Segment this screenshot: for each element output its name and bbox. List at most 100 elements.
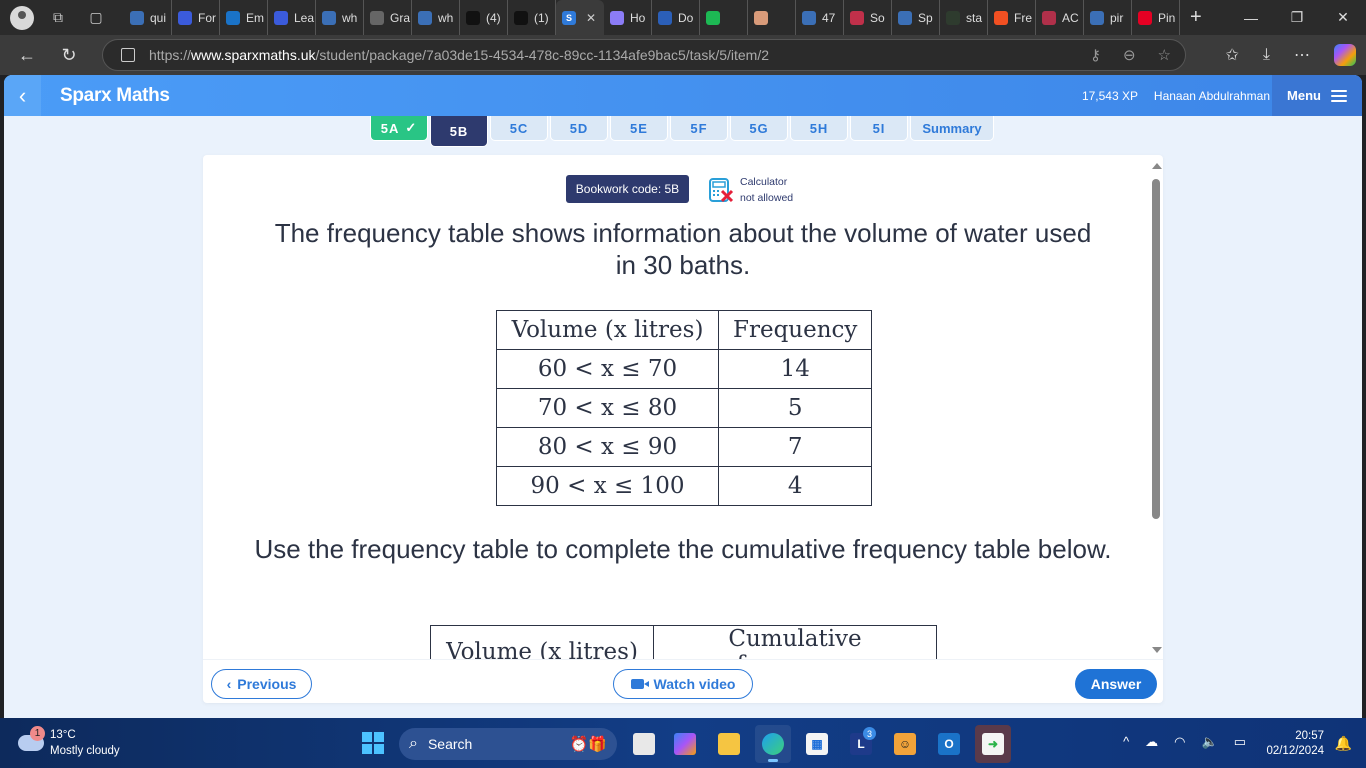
scroll-up-arrow[interactable] xyxy=(1152,163,1162,169)
zoom-out-icon[interactable]: ⊖ xyxy=(1123,46,1136,64)
previous-button[interactable]: ‹ Previous xyxy=(211,669,312,699)
task-tab-5b[interactable]: 5B xyxy=(430,116,488,147)
close-tab-icon[interactable]: ✕ xyxy=(586,11,596,25)
outlook-button[interactable]: O xyxy=(931,725,967,763)
app-orange-button[interactable]: ☺ xyxy=(887,725,923,763)
battery-icon[interactable]: ▭ xyxy=(1234,734,1246,750)
back-chevron-button[interactable]: ‹ xyxy=(4,75,41,116)
menu-button[interactable]: Menu xyxy=(1272,75,1362,116)
task-tab-label: 5F xyxy=(690,120,708,136)
file-explorer-button[interactable] xyxy=(711,725,747,763)
video-camera-icon xyxy=(630,679,649,689)
tab-label: qui xyxy=(150,10,167,25)
task-tab-5h[interactable]: 5H xyxy=(790,116,848,141)
start-button[interactable] xyxy=(362,732,384,754)
task-tab-5i[interactable]: 5I xyxy=(850,116,908,141)
task-tab-5d[interactable]: 5D xyxy=(550,116,608,141)
task-tab-label: Summary xyxy=(922,120,982,136)
copilot-taskbar-button[interactable] xyxy=(667,725,703,763)
store-button[interactable]: ▦ xyxy=(799,725,835,763)
task-view-button[interactable] xyxy=(626,725,662,763)
url-input[interactable]: https://www.sparxmaths.uk/student/packag… xyxy=(102,39,1186,71)
task-tab-5f[interactable]: 5F xyxy=(670,116,728,141)
minimize-button[interactable]: — xyxy=(1228,0,1274,35)
previous-label: Previous xyxy=(237,676,297,692)
learning-app-button[interactable]: L3 xyxy=(843,725,879,763)
task-tab-summary[interactable]: Summary xyxy=(910,116,994,141)
copilot-icon[interactable] xyxy=(1334,44,1356,66)
browser-tab[interactable]: Pin xyxy=(1132,0,1180,35)
close-window-button[interactable]: ✕ xyxy=(1320,0,1366,35)
browser-tab[interactable]: For xyxy=(172,0,220,35)
browser-tab[interactable]: (1) xyxy=(508,0,556,35)
gift-icon: ⏰🎁 xyxy=(569,736,607,753)
browser-tab-strip: ⧉ ▢ qui For Em Lea wh Gra wh (4) (1) S ✕ Ho Do 47 So Sp… xyxy=(0,0,1366,35)
browser-tab[interactable]: Ho xyxy=(604,0,652,35)
tiktok-icon xyxy=(514,10,528,25)
show-hidden-icons[interactable]: ^ xyxy=(1123,734,1129,750)
browser-tab[interactable]: wh xyxy=(316,0,364,35)
browser-tab[interactable]: So xyxy=(844,0,892,35)
task-tab-label: 5B xyxy=(449,123,469,139)
watch-video-button[interactable]: Watch video xyxy=(613,669,753,699)
calculator-not-allowed-icon xyxy=(708,177,734,203)
workspaces-icon[interactable]: ⧉ xyxy=(48,8,68,28)
browser-tab[interactable]: qui xyxy=(124,0,172,35)
tab-label: Gra xyxy=(390,10,411,25)
browser-tab[interactable]: sta xyxy=(940,0,988,35)
file-app-button[interactable]: ➜ xyxy=(975,725,1011,763)
wifi-icon[interactable]: ◠ xyxy=(1174,734,1185,750)
volume-range-cell: 70 < x ≤ 80 xyxy=(496,388,719,428)
browser-tab[interactable]: Gra xyxy=(364,0,412,35)
search-icon xyxy=(802,10,816,25)
restore-button[interactable]: ❐ xyxy=(1274,0,1320,35)
more-options-icon[interactable]: ⋯ xyxy=(1294,45,1310,65)
search-icon xyxy=(322,10,336,25)
browser-tab[interactable]: AC xyxy=(1036,0,1084,35)
browser-tab[interactable]: Sp xyxy=(892,0,940,35)
menu-label: Menu xyxy=(1287,88,1321,103)
favorites-icon[interactable]: ✩ xyxy=(1226,45,1239,65)
edge-taskbar-button[interactable] xyxy=(755,725,791,763)
key-icon[interactable]: ⚷ xyxy=(1090,46,1101,64)
scroll-thumb[interactable] xyxy=(1152,179,1160,519)
browser-tab[interactable] xyxy=(748,0,796,35)
task-tab-5c[interactable]: 5C xyxy=(490,116,548,141)
browser-tab[interactable]: Em xyxy=(220,0,268,35)
clock[interactable]: 20:57 02/12/2024 xyxy=(1266,729,1324,759)
question-intro-text: The frequency table shows information ab… xyxy=(274,218,1092,280)
store-icon: ▦ xyxy=(806,733,828,755)
file-arrow-icon: ➜ xyxy=(982,733,1004,755)
browser-tab[interactable]: S ✕ xyxy=(556,0,604,35)
browser-tab[interactable]: wh xyxy=(412,0,460,35)
browser-tab[interactable]: (4) xyxy=(460,0,508,35)
browser-tab[interactable]: Fre xyxy=(988,0,1036,35)
browser-tab[interactable]: Lea xyxy=(268,0,316,35)
onedrive-off-icon[interactable]: ☁ xyxy=(1145,734,1158,750)
browser-tab[interactable]: Do xyxy=(652,0,700,35)
taskbar-search[interactable]: ⌕ Search ⏰🎁 xyxy=(399,728,617,760)
notification-bell-icon[interactable]: 🔔 xyxy=(1335,735,1352,752)
back-button[interactable]: ← xyxy=(12,40,42,70)
answer-button[interactable]: Answer xyxy=(1075,669,1157,699)
volume-icon[interactable]: 🔈 xyxy=(1202,734,1218,750)
task-tab-5e[interactable]: 5E xyxy=(610,116,668,141)
content-scrollbar[interactable] xyxy=(1149,155,1163,659)
document-icon xyxy=(370,10,384,25)
browser-tab[interactable]: 47 xyxy=(796,0,844,35)
downloads-icon[interactable]: ⤓ xyxy=(1263,46,1270,64)
user-name: Hanaan Abdulrahman xyxy=(1153,88,1270,103)
calculator-status-text: not allowed xyxy=(740,192,794,204)
calculator-status: Calculator not allowed xyxy=(708,174,793,206)
table-row: 60 < x ≤ 70 14 xyxy=(496,349,873,389)
tab-actions-icon[interactable]: ▢ xyxy=(86,8,106,28)
browser-tab[interactable] xyxy=(700,0,748,35)
new-tab-button[interactable]: + xyxy=(1190,6,1202,29)
task-tab-5a[interactable]: 5A ✓ xyxy=(370,116,428,141)
favorite-star-icon[interactable]: ☆ xyxy=(1158,46,1171,64)
profile-avatar-icon[interactable] xyxy=(10,5,34,30)
refresh-button[interactable]: ↻ xyxy=(54,40,84,70)
task-tab-5g[interactable]: 5G xyxy=(730,116,788,141)
scroll-down-arrow[interactable] xyxy=(1152,647,1162,653)
browser-tab[interactable]: pir xyxy=(1084,0,1132,35)
